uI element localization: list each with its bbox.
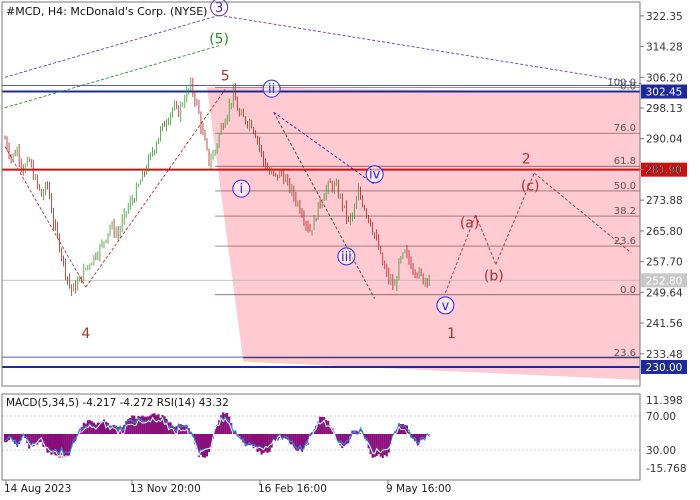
chart-window: 100.0 0.0 76.0 61.8 50.0 38.2 23.6 0.0 23.6 3 (5)… xyxy=(0,0,700,500)
fib-label: 76.0 xyxy=(614,123,636,134)
wave-label: 1 xyxy=(447,326,456,342)
wave-label: 4 xyxy=(81,326,90,342)
resistance-value: 302.45 xyxy=(646,87,683,99)
time-label: 16 Feb 16:00 xyxy=(258,483,327,495)
macd-tick-label: 70.00 xyxy=(646,411,676,423)
macd-tick-label: 30.00 xyxy=(646,445,676,457)
price-tick-label: 306.20 xyxy=(646,72,683,84)
macd-header: MACD(5,34,5) -4.217 -4.272 RSI(14) 43.32 xyxy=(6,397,229,409)
fib-label: 61.8 xyxy=(614,156,636,167)
price-tick-label: 241.56 xyxy=(646,318,683,330)
wave-label: 2 xyxy=(522,151,531,167)
wave-label: 3 xyxy=(215,1,223,16)
wave-label: ii xyxy=(268,82,275,97)
support-value: 230.00 xyxy=(646,362,683,374)
wave-label: (5) xyxy=(209,31,229,47)
fib-label: 38.2 xyxy=(614,206,636,217)
wave-label: i xyxy=(240,182,244,197)
wave-label: 5 xyxy=(221,68,230,84)
wave-label: iii xyxy=(341,250,352,265)
price-tick-label: 298.13 xyxy=(646,103,683,115)
wave-label: (c) xyxy=(521,179,540,195)
price-chart[interactable]: 100.00.076.061.850.038.223.60.023.6 3(5)… xyxy=(0,0,700,500)
price-tick-label: 281.90 xyxy=(646,165,683,177)
price-tick-label: 265.80 xyxy=(646,226,683,238)
price-tick-label: 249.64 xyxy=(646,287,683,299)
time-label: 9 May 16:00 xyxy=(386,483,451,495)
wave-label: iv xyxy=(369,168,381,183)
wave-label: (b) xyxy=(484,268,504,284)
price-tick-label: 233.48 xyxy=(646,349,683,361)
fib-label: 0.0 xyxy=(620,285,636,296)
price-tick-label: 322.35 xyxy=(646,11,683,23)
wave-label: (a) xyxy=(460,216,480,232)
time-label: 14 Aug 2023 xyxy=(4,483,71,495)
price-tick-label: 273.88 xyxy=(646,195,683,207)
macd-tick-label: -15.768 xyxy=(646,463,687,475)
retracement-zone-fill xyxy=(207,87,640,380)
price-tick-label: 290.04 xyxy=(646,134,683,146)
current-price-value: 252.80 xyxy=(646,275,683,287)
price-tick-label: 257.70 xyxy=(646,257,683,269)
price-tick-label: 314.28 xyxy=(646,42,683,54)
macd-tick-label: 11.398 xyxy=(646,395,683,407)
time-label: 13 Nov 20:00 xyxy=(130,483,201,495)
retracement-zone xyxy=(207,87,640,380)
wave-label: v xyxy=(442,299,450,314)
chart-title: #MCD, H4: McDonald's Corp. (NYSE) xyxy=(6,5,207,18)
fib-label: 50.0 xyxy=(614,181,636,192)
